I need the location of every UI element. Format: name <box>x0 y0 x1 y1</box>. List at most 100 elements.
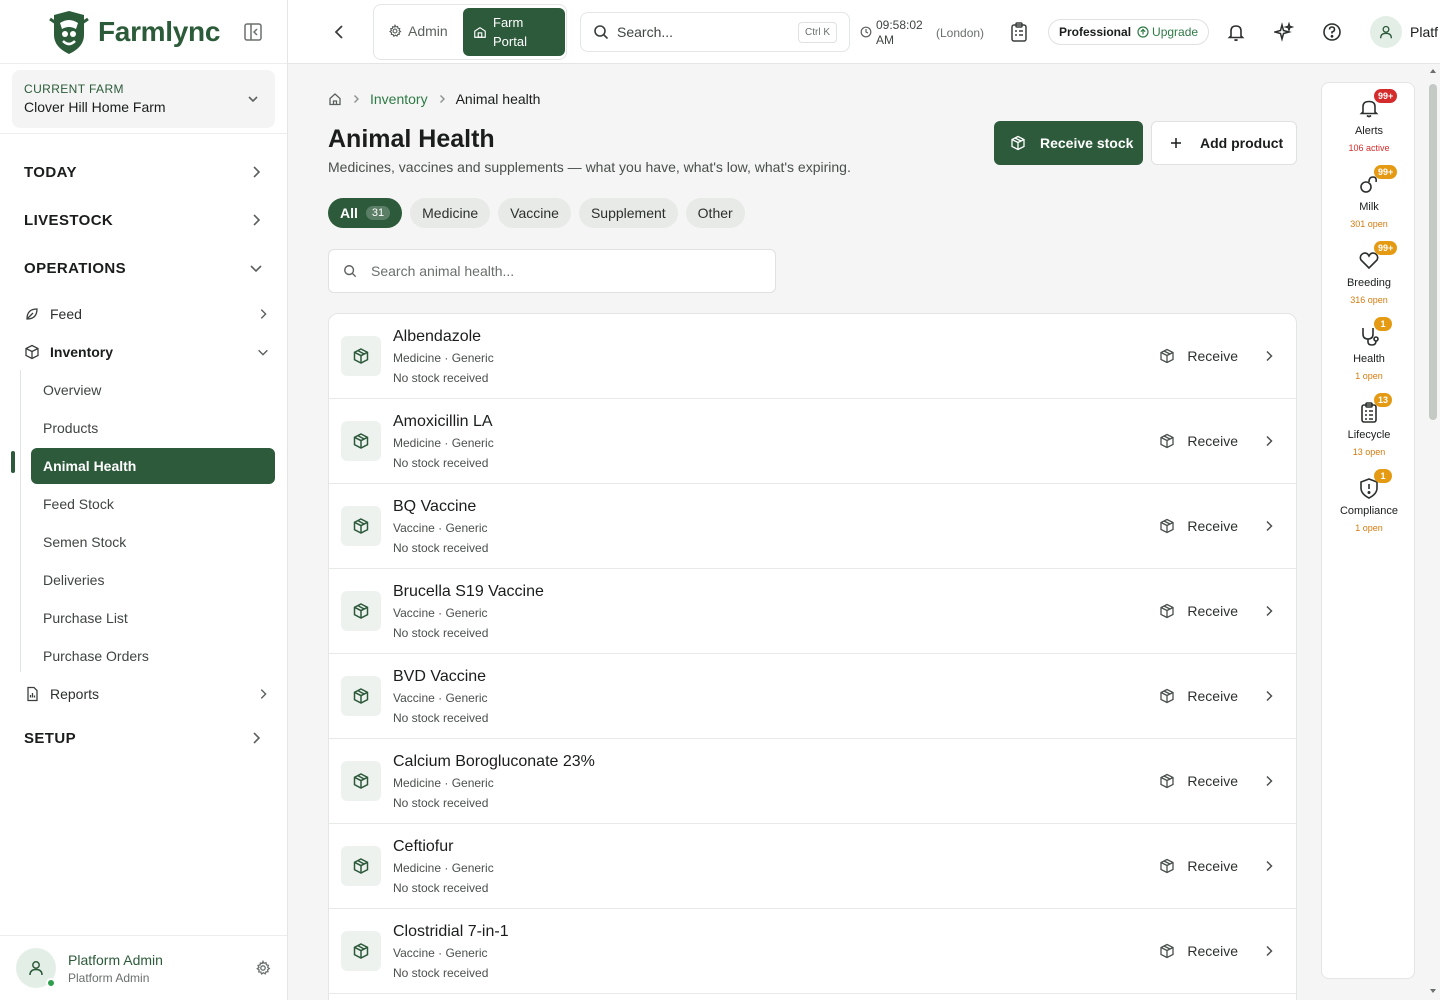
animal-health-search-input[interactable]: Search animal health... <box>328 249 776 293</box>
subnav-item-feed-stock[interactable]: Feed Stock <box>43 494 114 514</box>
user-footer[interactable]: Platform Admin Platform Admin <box>0 935 287 1000</box>
receive-button[interactable]: Receive <box>1159 943 1238 959</box>
receive-label: Receive <box>1187 433 1238 449</box>
product-row[interactable]: Amoxicillin LA Medicine · Generic No stock… <box>329 399 1296 484</box>
current-farm-label: CURRENT FARM <box>24 82 124 96</box>
global-search-input[interactable]: Search... Ctrl K <box>580 12 850 52</box>
nav-section-operations[interactable]: OPERATIONS <box>24 256 264 280</box>
filter-label: All <box>340 205 358 221</box>
rail-item-health[interactable]: 1 Health 1 open <box>1322 317 1416 381</box>
subnav-item-semen-stock[interactable]: Semen Stock <box>43 532 126 552</box>
plan-badge[interactable]: Professional Upgrade <box>1048 19 1210 45</box>
scrollbar-thumb[interactable] <box>1429 84 1437 420</box>
rail-badge: 1 <box>1374 317 1392 331</box>
rail-item-milk[interactable]: 99+ Milk 301 open <box>1322 165 1416 229</box>
rail-count: 1 open <box>1355 523 1383 533</box>
filter-chip-all[interactable]: All 31 <box>328 198 403 228</box>
chevron-right-icon[interactable] <box>1262 519 1276 533</box>
package-receive-icon <box>1160 943 1175 959</box>
home-icon[interactable] <box>328 92 342 106</box>
logo-row: Farmlync <box>0 0 287 64</box>
sparkles-icon[interactable] <box>1274 22 1294 42</box>
nav-section-today[interactable]: TODAY <box>24 160 264 184</box>
product-row[interactable]: Clostridial 7-in-1 Vaccine · Generic No st… <box>329 909 1296 994</box>
receive-button[interactable]: Receive <box>1159 348 1238 364</box>
nav-item-inventory[interactable]: Inventory <box>24 340 270 364</box>
product-icon <box>341 336 381 376</box>
rail-label: Compliance <box>1339 505 1399 517</box>
filter-chip-vaccine[interactable]: Vaccine <box>498 198 571 228</box>
filter-chip-other[interactable]: Other <box>685 198 745 228</box>
back-arrow-icon[interactable] <box>330 22 350 42</box>
subnav-item-animal-health[interactable]: Animal Health <box>31 448 275 484</box>
upgrade-label: Upgrade <box>1152 25 1199 39</box>
chevron-right-icon[interactable] <box>1262 434 1276 448</box>
product-meta: Medicine · Generic <box>393 435 494 450</box>
chevron-right-icon[interactable] <box>1262 774 1276 788</box>
scroll-up-icon[interactable] <box>1428 66 1438 76</box>
chevron-right-icon[interactable] <box>1262 944 1276 958</box>
rail-item-lifecycle[interactable]: 13 Lifecycle 13 open <box>1322 393 1416 457</box>
scroll-down-icon[interactable] <box>1428 986 1438 996</box>
nav-section-setup[interactable]: SETUP <box>24 726 264 750</box>
filter-chip-medicine[interactable]: Medicine <box>410 198 491 228</box>
current-farm-name: Clover Hill Home Farm <box>24 99 166 115</box>
subnav-item-products[interactable]: Products <box>43 418 98 438</box>
subnav-item-purchase-list[interactable]: Purchase List <box>43 608 128 628</box>
bell-icon[interactable] <box>1226 22 1246 42</box>
subnav-guide-line <box>20 370 21 672</box>
farm-portal-tab[interactable]: Farm Portal <box>463 8 565 56</box>
upgrade-link[interactable]: Upgrade <box>1137 25 1198 39</box>
product-row[interactable]: Brucella S19 Vaccine Vaccine · Generic No … <box>329 569 1296 654</box>
filter-chip-supplement[interactable]: Supplement <box>578 198 678 228</box>
rail-label: Milk <box>1359 201 1379 213</box>
receive-button[interactable]: Receive <box>1159 603 1238 619</box>
rail-count: 316 open <box>1350 295 1388 305</box>
product-row[interactable]: Calcium Borogluconate 23% Medicine · Gene… <box>329 739 1296 824</box>
subnav-item-purchase-orders[interactable]: Purchase Orders <box>43 646 149 666</box>
avatar[interactable] <box>1370 16 1402 48</box>
avatar <box>16 948 56 988</box>
product-row[interactable]: Ceftiofur Medicine · Generic No stock rece… <box>329 824 1296 909</box>
help-icon[interactable] <box>1322 22 1342 42</box>
chevron-right-icon[interactable] <box>1262 349 1276 363</box>
product-row[interactable]: BVD Vaccine Vaccine · Generic No stock rec… <box>329 654 1296 739</box>
subnav-item-deliveries[interactable]: Deliveries <box>43 570 104 590</box>
product-row[interactable]: Albendazole Medicine · Generic No stock re… <box>329 314 1296 399</box>
add-product-button[interactable]: Add product <box>1151 121 1297 165</box>
chevron-right-icon[interactable] <box>1262 859 1276 873</box>
subnav-item-overview[interactable]: Overview <box>43 380 101 400</box>
product-row[interactable]: BQ Vaccine Vaccine · Generic No stock rece… <box>329 484 1296 569</box>
receive-stock-label: Receive stock <box>1040 135 1134 151</box>
chevron-right-icon[interactable] <box>1262 604 1276 618</box>
package-icon <box>353 688 369 704</box>
nav-section-livestock[interactable]: LIVESTOCK <box>24 208 264 232</box>
farm-selector[interactable]: CURRENT FARM Clover Hill Home Farm <box>12 70 275 128</box>
gear-icon[interactable] <box>255 960 271 976</box>
receive-button[interactable]: Receive <box>1159 688 1238 704</box>
product-stock-status: No stock received <box>393 540 489 555</box>
rail-item-compliance[interactable]: 1 Compliance 1 open <box>1322 469 1416 533</box>
receive-stock-button[interactable]: Receive stock <box>994 121 1143 165</box>
top-user-name[interactable]: Platf <box>1410 24 1440 40</box>
category-filters: All 31 Medicine Vaccine Supplement Other <box>328 198 745 228</box>
breadcrumb-link[interactable]: Inventory <box>370 91 428 107</box>
rail-badge: 99+ <box>1374 241 1398 255</box>
receive-button[interactable]: Receive <box>1159 858 1238 874</box>
receive-button[interactable]: Receive <box>1159 518 1238 534</box>
receive-button[interactable]: Receive <box>1159 773 1238 789</box>
admin-portal-tab[interactable]: Admin <box>388 23 448 39</box>
gear-icon <box>389 24 402 37</box>
clipboard-icon[interactable] <box>1010 22 1028 42</box>
receive-button[interactable]: Receive <box>1159 433 1238 449</box>
rail-label: Health <box>1353 353 1385 365</box>
chevron-right-icon[interactable] <box>1262 689 1276 703</box>
rail-item-alerts[interactable]: 99+ Alerts 106 active <box>1322 89 1416 153</box>
nav-item-reports[interactable]: Reports <box>24 682 270 706</box>
package-icon <box>353 603 369 619</box>
rail-item-breeding[interactable]: 99+ Breeding 316 open <box>1322 241 1416 305</box>
product-stock-status: No stock received <box>393 965 489 980</box>
nav-item-feed[interactable]: Feed <box>24 302 270 326</box>
product-icon <box>341 846 381 886</box>
collapse-sidebar-icon[interactable] <box>243 22 263 42</box>
